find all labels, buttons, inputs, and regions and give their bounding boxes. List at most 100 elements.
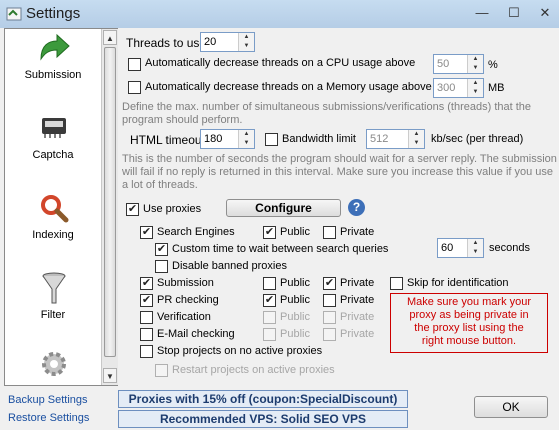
minimize-button[interactable]: — (472, 4, 492, 22)
sidebar-item-indexing[interactable]: Indexing (5, 189, 101, 267)
timeout-help-line1: This is the number of seconds the progra… (122, 153, 557, 165)
submission-private-label: Private (340, 277, 375, 289)
search-engines-public-checkbox[interactable]: ✔ (263, 226, 276, 239)
maximize-button[interactable]: ☐ (504, 4, 524, 22)
spin-up-icon[interactable]: ▲ (239, 33, 254, 42)
email-checking-checkbox[interactable] (140, 328, 153, 341)
sidebar-item-label: Indexing (32, 229, 74, 241)
private-proxy-note: Make sure you mark your proxy as being p… (390, 293, 548, 353)
sidebar-item-label: Filter (40, 309, 66, 321)
pr-checking-public-label: Public (280, 294, 310, 306)
pr-checking-label: PR checking (157, 294, 219, 306)
sidebar-item-label: Submission (24, 69, 82, 81)
search-engines-label: Search Engines (157, 226, 235, 238)
threads-value: 20 (204, 36, 217, 48)
email-checking-public-label: Public (280, 328, 310, 340)
spin-down-icon[interactable]: ▼ (239, 139, 254, 148)
submission-checkbox[interactable]: ✔ (140, 277, 153, 290)
custom-wait-unit: seconds (489, 242, 530, 254)
scroll-thumb[interactable] (104, 47, 116, 357)
stop-projects-label: Stop projects on no active proxies (157, 345, 323, 357)
help-icon[interactable]: ? (348, 199, 365, 216)
html-timeout-label: HTML timeout (130, 133, 205, 147)
threads-help-line1: Define the max. number of simultaneous s… (122, 101, 532, 113)
verification-private-label: Private (340, 311, 375, 323)
ok-button[interactable]: OK (474, 396, 548, 418)
pr-checking-public-checkbox[interactable]: ✔ (263, 294, 276, 307)
spin-down-icon[interactable]: ▼ (409, 139, 424, 148)
spin-up-icon[interactable]: ▲ (239, 130, 254, 139)
email-checking-private-checkbox[interactable] (323, 328, 336, 341)
memory-value: 300 (437, 82, 456, 94)
spin-down-icon[interactable]: ▼ (239, 42, 254, 51)
cpu-value: 50 (437, 58, 450, 70)
bandwidth-checkbox[interactable] (265, 133, 278, 146)
email-checking-private-label: Private (340, 328, 375, 340)
bandwidth-unit: kb/sec (per thread) (431, 133, 524, 145)
cpu-checkbox[interactable] (128, 58, 141, 71)
bandwidth-spinner[interactable]: 512 ▲ ▼ (366, 129, 425, 149)
sidebar-item-captcha[interactable]: Captcha (5, 109, 101, 187)
spin-up-icon[interactable]: ▲ (468, 55, 483, 64)
vps-promo-button[interactable]: Recommended VPS: Solid SEO VPS (118, 410, 408, 428)
scroll-down-icon[interactable]: ▼ (103, 368, 117, 383)
title-bar: Settings — ☐ ✕ (0, 0, 559, 28)
configure-button[interactable]: Configure (226, 199, 341, 217)
use-proxies-checkbox[interactable]: ✔ (126, 203, 139, 216)
note-line: right mouse button. (421, 335, 517, 347)
verification-checkbox[interactable] (140, 311, 153, 324)
restore-settings-link[interactable]: Restore Settings (8, 412, 89, 424)
app-icon (6, 7, 22, 21)
pr-checking-private-label: Private (340, 294, 375, 306)
spin-up-icon[interactable]: ▲ (409, 130, 424, 139)
submission-public-checkbox[interactable] (263, 277, 276, 290)
html-timeout-spinner[interactable]: 180 ▲ ▼ (200, 129, 255, 149)
verification-public-checkbox[interactable] (263, 311, 276, 324)
stop-projects-checkbox[interactable] (140, 345, 153, 358)
custom-wait-label: Custom time to wait between search queri… (172, 243, 389, 255)
threads-help-line2: program should perform. (122, 114, 243, 126)
sidebar-scrollbar[interactable]: ▲ ▼ (101, 29, 118, 385)
disable-banned-checkbox[interactable] (155, 260, 168, 273)
search-engines-private-label: Private (340, 226, 375, 238)
sidebar-item-submission[interactable]: Submission (5, 29, 101, 107)
spin-up-icon[interactable]: ▲ (468, 239, 483, 248)
verification-public-label: Public (280, 311, 310, 323)
custom-wait-spinner[interactable]: 60 ▲ ▼ (437, 238, 484, 258)
spin-down-icon[interactable]: ▼ (468, 64, 483, 73)
search-engines-checkbox[interactable]: ✔ (140, 226, 153, 239)
close-button[interactable]: ✕ (535, 4, 555, 22)
custom-wait-checkbox[interactable]: ✔ (155, 243, 168, 256)
note-line: Make sure you mark your (406, 296, 532, 308)
sidebar-item-advanced[interactable] (5, 347, 101, 385)
skip-identification-label: Skip for identification (407, 277, 509, 289)
scroll-up-icon[interactable]: ▲ (103, 30, 117, 45)
spin-down-icon[interactable]: ▼ (468, 88, 483, 97)
restart-projects-label: Restart projects on active proxies (172, 364, 335, 376)
email-checking-public-checkbox[interactable] (263, 328, 276, 341)
restart-projects-checkbox[interactable] (155, 364, 168, 377)
funnel-icon (42, 272, 66, 304)
proxies-promo-button[interactable]: Proxies with 15% off (coupon:SpecialDisc… (118, 390, 408, 408)
submission-public-label: Public (280, 277, 310, 289)
pr-checking-checkbox[interactable]: ✔ (140, 294, 153, 307)
captcha-chip-icon (42, 118, 66, 138)
magnifier-icon (41, 195, 69, 223)
memory-checkbox[interactable] (128, 81, 141, 94)
threads-spinner[interactable]: 20 ▲ ▼ (200, 32, 255, 52)
green-arrow-icon (40, 33, 70, 61)
spin-up-icon[interactable]: ▲ (468, 79, 483, 88)
submission-private-checkbox[interactable]: ✔ (323, 277, 336, 290)
spin-down-icon[interactable]: ▼ (468, 248, 483, 257)
use-proxies-label: Use proxies (143, 203, 202, 215)
cpu-spinner[interactable]: 50 ▲ ▼ (433, 54, 484, 74)
skip-identification-checkbox[interactable] (390, 277, 403, 290)
timeout-help-line3: a lot of threads. (122, 179, 198, 191)
memory-spinner[interactable]: 300 ▲ ▼ (433, 78, 484, 98)
search-engines-private-checkbox[interactable] (323, 226, 336, 239)
sidebar-item-filter[interactable]: Filter (5, 269, 101, 347)
memory-label: Automatically decrease threads on a Memo… (145, 81, 432, 93)
pr-checking-private-checkbox[interactable] (323, 294, 336, 307)
backup-settings-link[interactable]: Backup Settings (8, 394, 88, 406)
verification-private-checkbox[interactable] (323, 311, 336, 324)
